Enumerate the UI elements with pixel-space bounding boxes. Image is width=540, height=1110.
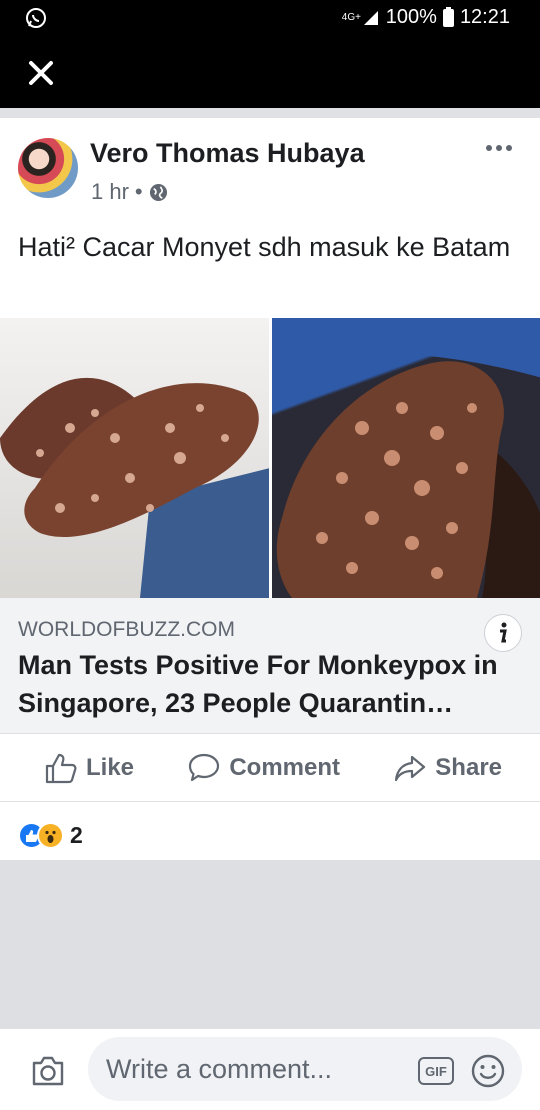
comment-composer: GIF [0,1028,540,1110]
avatar[interactable] [18,138,78,198]
like-button[interactable]: Like [44,751,134,785]
hand-photo [271,318,540,598]
status-bar: 4G+ 100% 12:21 [0,0,540,36]
whatsapp-notification-icon [26,8,46,28]
top-bar [0,36,540,108]
camera-icon[interactable] [30,1053,66,1089]
link-preview[interactable]: WORLDOFBUZZ.COM Man Tests Positive For M… [0,598,540,734]
wow-reaction-icon [37,822,64,849]
info-icon[interactable] [484,614,522,652]
battery-level: 100% [385,6,437,28]
post-author[interactable]: Vero Thomas Hubaya [90,138,365,169]
share-icon [395,755,426,781]
reaction-summary[interactable]: 2 [18,822,83,849]
reaction-count: 2 [70,822,83,848]
feet-photo [0,318,269,598]
link-image[interactable] [0,318,540,598]
post-meta: 1 hr • [91,179,168,205]
post-time[interactable]: 1 hr [91,179,129,205]
clock: 12:21 [459,6,510,28]
link-domain: WORLDOFBUZZ.COM [18,618,235,641]
network-indicator: 4G+ [341,12,361,23]
post-actions: Like Comment Share [0,734,540,802]
emoji-icon[interactable] [470,1053,506,1089]
share-label: Share [435,753,502,781]
close-icon[interactable] [26,58,56,88]
thumbs-up-icon [45,753,77,783]
post-text: Hati² Cacar Monyet sdh masuk ke Batam [18,232,511,262]
link-title: Man Tests Positive For Monkeypox in Sing… [18,650,498,718]
comment-button[interactable]: Comment [187,751,340,785]
post-card: Vero Thomas Hubaya 1 hr • Hati² Cacar Mo… [0,118,540,860]
feed-gap [0,860,540,1028]
like-label: Like [86,753,135,781]
signal-icon [363,10,378,25]
share-button[interactable]: Share [393,751,502,785]
comment-label: Comment [229,753,340,781]
battery-icon [442,6,454,27]
globe-icon [149,183,167,201]
divider [0,108,540,118]
meta-separator: • [134,179,143,204]
more-options-icon[interactable] [484,140,514,156]
gif-button[interactable]: GIF [418,1057,454,1085]
comment-icon [189,753,220,781]
comment-input[interactable] [88,1037,522,1101]
